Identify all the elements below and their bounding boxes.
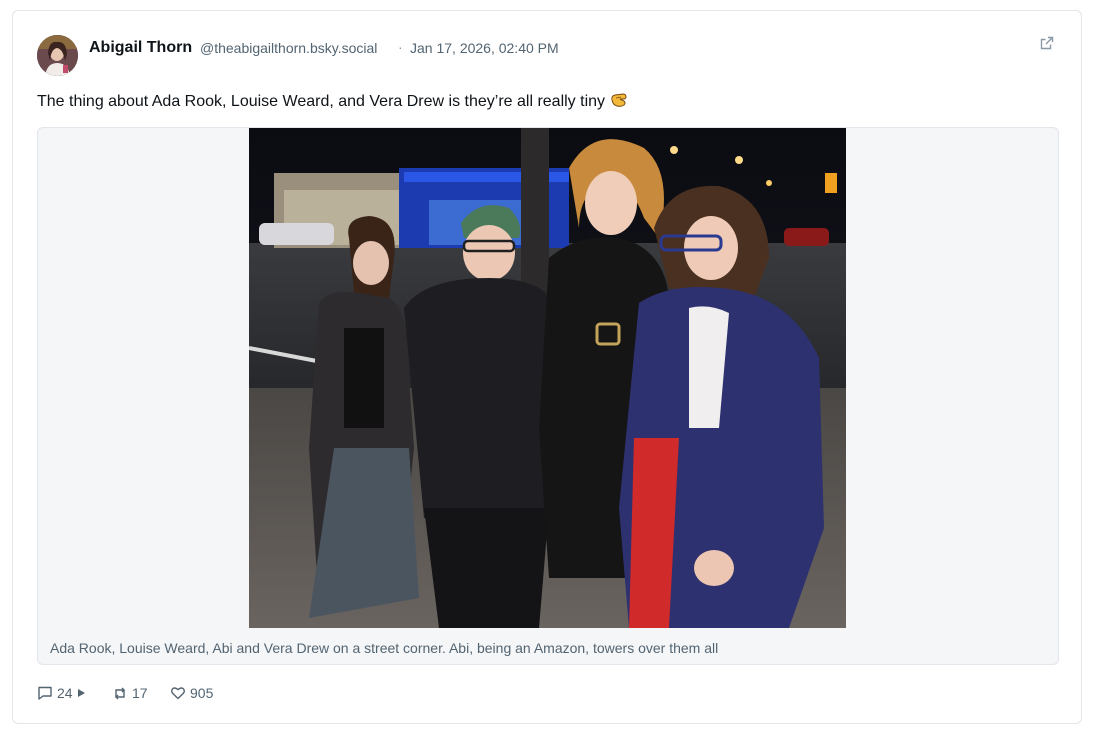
post-text-body: The thing about Ada Rook, Louise Weard, … bbox=[37, 93, 606, 110]
like-button[interactable]: 905 bbox=[170, 683, 213, 703]
media-caption: Ada Rook, Louise Weard, Abi and Vera Dre… bbox=[50, 640, 719, 656]
pinching-hand-emoji bbox=[609, 91, 629, 114]
post-photo[interactable] bbox=[249, 128, 846, 628]
meta-separator: · bbox=[398, 39, 403, 55]
repost-count: 17 bbox=[132, 685, 148, 701]
external-link-icon[interactable] bbox=[1039, 35, 1057, 53]
repost-icon bbox=[115, 687, 125, 700]
post-text: The thing about Ada Rook, Louise Weard, … bbox=[37, 91, 629, 114]
post-card[interactable]: Abigail Thorn @theabigailthorn.bsky.soci… bbox=[12, 10, 1082, 724]
media-container[interactable]: Ada Rook, Louise Weard, Abi and Vera Dre… bbox=[37, 127, 1059, 665]
author-handle[interactable]: @theabigailthorn.bsky.social bbox=[200, 40, 377, 56]
reply-button[interactable]: 24 bbox=[37, 683, 86, 703]
repost-button[interactable]: 17 bbox=[112, 683, 148, 703]
author-name[interactable]: Abigail Thorn bbox=[89, 39, 192, 57]
play-triangle-icon[interactable] bbox=[77, 688, 86, 698]
post-timestamp[interactable]: Jan 17, 2026, 02:40 PM bbox=[410, 40, 559, 56]
author-avatar[interactable] bbox=[37, 35, 78, 76]
heart-icon bbox=[171, 687, 185, 700]
like-count: 905 bbox=[190, 685, 214, 701]
reply-count: 24 bbox=[57, 685, 73, 701]
comment-icon bbox=[38, 686, 52, 700]
